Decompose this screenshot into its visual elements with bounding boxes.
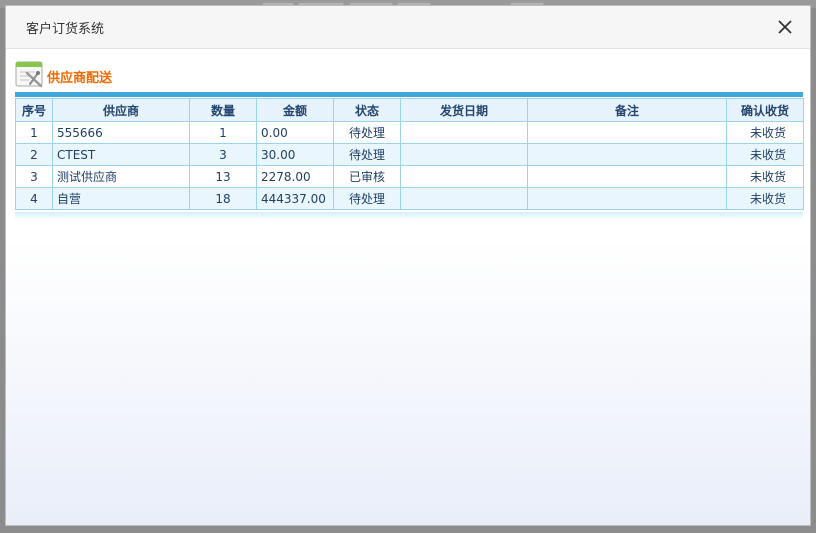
cell-status: 待处理 [333,143,401,166]
cell-remark [527,143,727,166]
cell-ship-date [400,165,528,188]
table-header-row: 序号 供应商 数量 金额 状态 发货日期 备注 确认收货 [15,98,804,122]
cell-index: 2 [15,143,53,166]
cell-quantity: 1 [189,121,257,144]
table-row[interactable]: 3 测试供应商 13 2278.00 已审核 未收货 [15,165,804,188]
table-row[interactable]: 1 555666 1 0.00 待处理 未收货 [15,121,804,144]
delivery-document-icon [15,59,45,89]
cell-status: 待处理 [333,121,401,144]
cell-index: 4 [15,187,53,210]
cell-supplier: 555666 [52,121,190,144]
column-header-remark[interactable]: 备注 [527,98,727,122]
dialog-title: 客户订货系统 [26,22,105,37]
cell-confirm-receipt[interactable]: 未收货 [726,187,804,210]
cell-quantity: 3 [189,143,257,166]
supplier-delivery-table: 序号 供应商 数量 金额 状态 发货日期 备注 确认收货 1 555666 1 … [15,98,804,210]
cell-amount: 2278.00 [256,165,334,188]
cell-quantity: 13 [189,165,257,188]
column-header-amount[interactable]: 金额 [256,98,334,122]
cell-supplier: CTEST [52,143,190,166]
cell-index: 3 [15,165,53,188]
column-header-quantity[interactable]: 数量 [189,98,257,122]
cell-remark [527,121,727,144]
cell-quantity: 18 [189,187,257,210]
column-header-status[interactable]: 状态 [333,98,401,122]
column-header-ship-date[interactable]: 发货日期 [400,98,528,122]
column-header-index[interactable]: 序号 [15,98,53,122]
cell-amount: 30.00 [256,143,334,166]
section-title: 供应商配送 [47,71,113,86]
table-row[interactable]: 4 自营 18 444337.00 待处理 未收货 [15,187,804,210]
cell-supplier: 测试供应商 [52,165,190,188]
table-top-bar [15,92,803,97]
cell-confirm-receipt[interactable]: 未收货 [726,143,804,166]
cell-status: 已审核 [333,165,401,188]
dialog-content: 供应商配送 序号 供应商 数量 金额 状态 发货日期 备注 确认收货 1 555… [6,49,810,525]
cell-status: 待处理 [333,187,401,210]
cell-confirm-receipt[interactable]: 未收货 [726,121,804,144]
table-bottom-shadow [15,212,803,220]
order-dialog: 客户订货系统 供应商配送 序号 供应商 数量 金额 状态 发货日期 备注 确认收… [5,5,811,526]
close-icon[interactable] [776,18,794,36]
column-header-supplier[interactable]: 供应商 [52,98,190,122]
dialog-titlebar: 客户订货系统 [6,6,810,49]
cell-amount: 444337.00 [256,187,334,210]
cell-amount: 0.00 [256,121,334,144]
table-row[interactable]: 2 CTEST 3 30.00 待处理 未收货 [15,143,804,166]
cell-confirm-receipt[interactable]: 未收货 [726,165,804,188]
cell-ship-date [400,143,528,166]
cell-remark [527,187,727,210]
cell-remark [527,165,727,188]
column-header-confirm-receipt[interactable]: 确认收货 [726,98,804,122]
cell-ship-date [400,121,528,144]
cell-index: 1 [15,121,53,144]
cell-supplier: 自营 [52,187,190,210]
cell-ship-date [400,187,528,210]
